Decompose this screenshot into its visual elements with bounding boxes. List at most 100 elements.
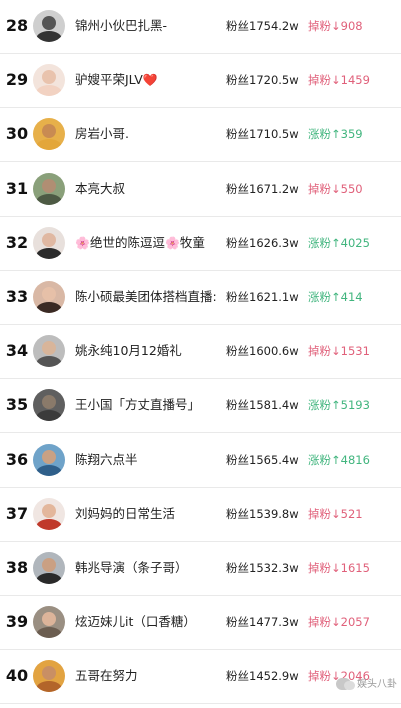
follower-count: 粉丝1600.6w <box>226 344 299 358</box>
avatar[interactable] <box>33 227 65 259</box>
avatar-body <box>36 194 62 205</box>
avatar-face <box>42 612 56 626</box>
avatar-body <box>36 410 62 421</box>
rank-number: 29 <box>5 70 29 89</box>
flower-icon: 🌸 <box>164 236 180 250</box>
rank-number: 38 <box>5 558 29 577</box>
account-name-text: 韩兆导演（条子哥） <box>75 560 188 575</box>
follower-gain: 涨粉↑5193 <box>308 398 370 412</box>
rank-number: 33 <box>5 287 29 306</box>
avatar[interactable] <box>33 444 65 476</box>
avatar-face <box>42 179 56 193</box>
rank-number: 36 <box>5 450 29 469</box>
follower-count: 粉丝1532.3w <box>226 561 299 575</box>
follower-gain: 涨粉↑4816 <box>308 453 370 467</box>
flower-icon: 🌸 <box>75 236 90 250</box>
follower-gain: 涨粉↑359 <box>308 127 363 141</box>
rank-number: 34 <box>5 341 29 360</box>
account-name[interactable]: 刘妈妈的日常生活 <box>75 488 225 542</box>
avatar-body <box>36 681 62 692</box>
follower-count: 粉丝1720.5w <box>226 73 299 87</box>
account-name[interactable]: 五哥在努力 <box>75 650 225 704</box>
avatar[interactable] <box>33 335 65 367</box>
follower-count: 粉丝1626.3w <box>226 236 299 250</box>
account-name[interactable]: 驴嫂平荣JLV❤️ <box>75 54 225 108</box>
watermark: 娱头八卦 <box>335 674 397 696</box>
follower-loss: 掉粉↓908 <box>308 19 363 33</box>
avatar-body <box>36 302 62 313</box>
rank-number: 37 <box>5 504 29 523</box>
follower-count: 粉丝1754.2w <box>226 19 299 33</box>
avatar[interactable] <box>33 10 65 42</box>
avatar-body <box>36 519 62 530</box>
account-name[interactable]: 陈小硕最美团体搭档直播: <box>75 271 225 325</box>
account-name[interactable]: 本亮大叔 <box>75 163 225 217</box>
list-item[interactable]: 28 锦州小伙巴扎黑- 粉丝1754.2w 掉粉↓908 <box>0 0 401 54</box>
rank-number: 39 <box>5 612 29 631</box>
list-item[interactable]: 30 房岩小哥. 粉丝1710.5w 涨粉↑359 <box>0 108 401 162</box>
avatar-face <box>42 450 56 464</box>
avatar[interactable] <box>33 64 65 96</box>
watermark-text: 娱头八卦 <box>357 679 397 690</box>
avatar-face <box>42 558 56 572</box>
avatar-body <box>36 31 62 42</box>
account-name[interactable]: 炫迈妹儿it（口香糖） <box>75 596 225 650</box>
follower-gain: 涨粉↑4025 <box>308 236 370 250</box>
rank-number: 28 <box>5 16 29 35</box>
avatar[interactable] <box>33 606 65 638</box>
follower-count: 粉丝1539.8w <box>226 507 299 521</box>
follower-loss: 掉粉↓2057 <box>308 615 370 629</box>
follower-loss: 掉粉↓1615 <box>308 561 370 575</box>
avatar-body <box>36 248 62 259</box>
follower-count: 粉丝1671.2w <box>226 182 299 196</box>
rank-number: 40 <box>5 666 29 685</box>
avatar[interactable] <box>33 281 65 313</box>
avatar-face <box>42 287 56 301</box>
avatar[interactable] <box>33 498 65 530</box>
account-name[interactable]: 房岩小哥. <box>75 108 225 162</box>
avatar-face <box>42 233 56 247</box>
list-item[interactable]: 33 陈小硕最美团体搭档直播: 粉丝1621.1w 涨粉↑414 <box>0 271 401 325</box>
list-item[interactable]: 38 韩兆导演（条子哥） 粉丝1532.3w 掉粉↓1615 <box>0 542 401 596</box>
account-name[interactable]: 锦州小伙巴扎黑- <box>75 0 225 54</box>
follower-loss: 掉粉↓550 <box>308 182 363 196</box>
account-name[interactable]: 陈翔六点半 <box>75 434 225 488</box>
list-item[interactable]: 39 炫迈妹儿it（口香糖） 粉丝1477.3w 掉粉↓2057 <box>0 596 401 650</box>
list-item[interactable]: 29 驴嫂平荣JLV❤️ 粉丝1720.5w 掉粉↓1459 <box>0 54 401 108</box>
account-name-text: 驴嫂平荣JLV <box>75 72 143 87</box>
heart-icon: ❤️ <box>142 73 158 87</box>
follower-count: 粉丝1581.4w <box>226 398 299 412</box>
list-item[interactable]: 35 王小国「方丈直播号」 粉丝1581.4w 涨粉↑5193 <box>0 379 401 433</box>
rank-number: 31 <box>5 179 29 198</box>
list-item[interactable]: 37 刘妈妈的日常生活 粉丝1539.8w 掉粉↓521 <box>0 488 401 542</box>
list-item[interactable]: 32 🌸绝世的陈逗逗🌸牧童 粉丝1626.3w 涨粉↑4025 <box>0 217 401 271</box>
account-name[interactable]: 王小国「方丈直播号」 <box>75 379 225 433</box>
avatar-face <box>42 16 56 30</box>
follower-gain: 涨粉↑414 <box>308 290 363 304</box>
account-name-text: 房岩小哥. <box>75 126 129 141</box>
avatar-body <box>36 356 62 367</box>
list-item[interactable]: 31 本亮大叔 粉丝1671.2w 掉粉↓550 <box>0 163 401 217</box>
avatar[interactable] <box>33 118 65 150</box>
avatar[interactable] <box>33 173 65 205</box>
account-name-text: 炫迈妹儿it（口香糖） <box>75 614 196 629</box>
follower-loss: 掉粉↓1531 <box>308 344 370 358</box>
account-name[interactable]: 姚永纯10月12婚礼 <box>75 325 225 379</box>
avatar-body <box>36 465 62 476</box>
avatar[interactable] <box>33 552 65 584</box>
avatar-body <box>36 627 62 638</box>
account-name-text: 陈小硕最美团体搭档直播: <box>75 289 217 304</box>
follower-count: 粉丝1565.4w <box>226 453 299 467</box>
list-item[interactable]: 34 姚永纯10月12婚礼 粉丝1600.6w 掉粉↓1531 <box>0 325 401 379</box>
avatar-face <box>42 341 56 355</box>
avatar[interactable] <box>33 389 65 421</box>
avatar-body <box>36 85 62 96</box>
follower-loss: 掉粉↓521 <box>308 507 363 521</box>
avatar[interactable] <box>33 660 65 692</box>
account-name[interactable]: 🌸绝世的陈逗逗🌸牧童 <box>75 217 225 271</box>
account-name[interactable]: 韩兆导演（条子哥） <box>75 542 225 596</box>
list-item[interactable]: 36 陈翔六点半 粉丝1565.4w 涨粉↑4816 <box>0 434 401 488</box>
follower-loss: 掉粉↓1459 <box>308 73 370 87</box>
avatar-face <box>42 70 56 84</box>
follower-count: 粉丝1477.3w <box>226 615 299 629</box>
